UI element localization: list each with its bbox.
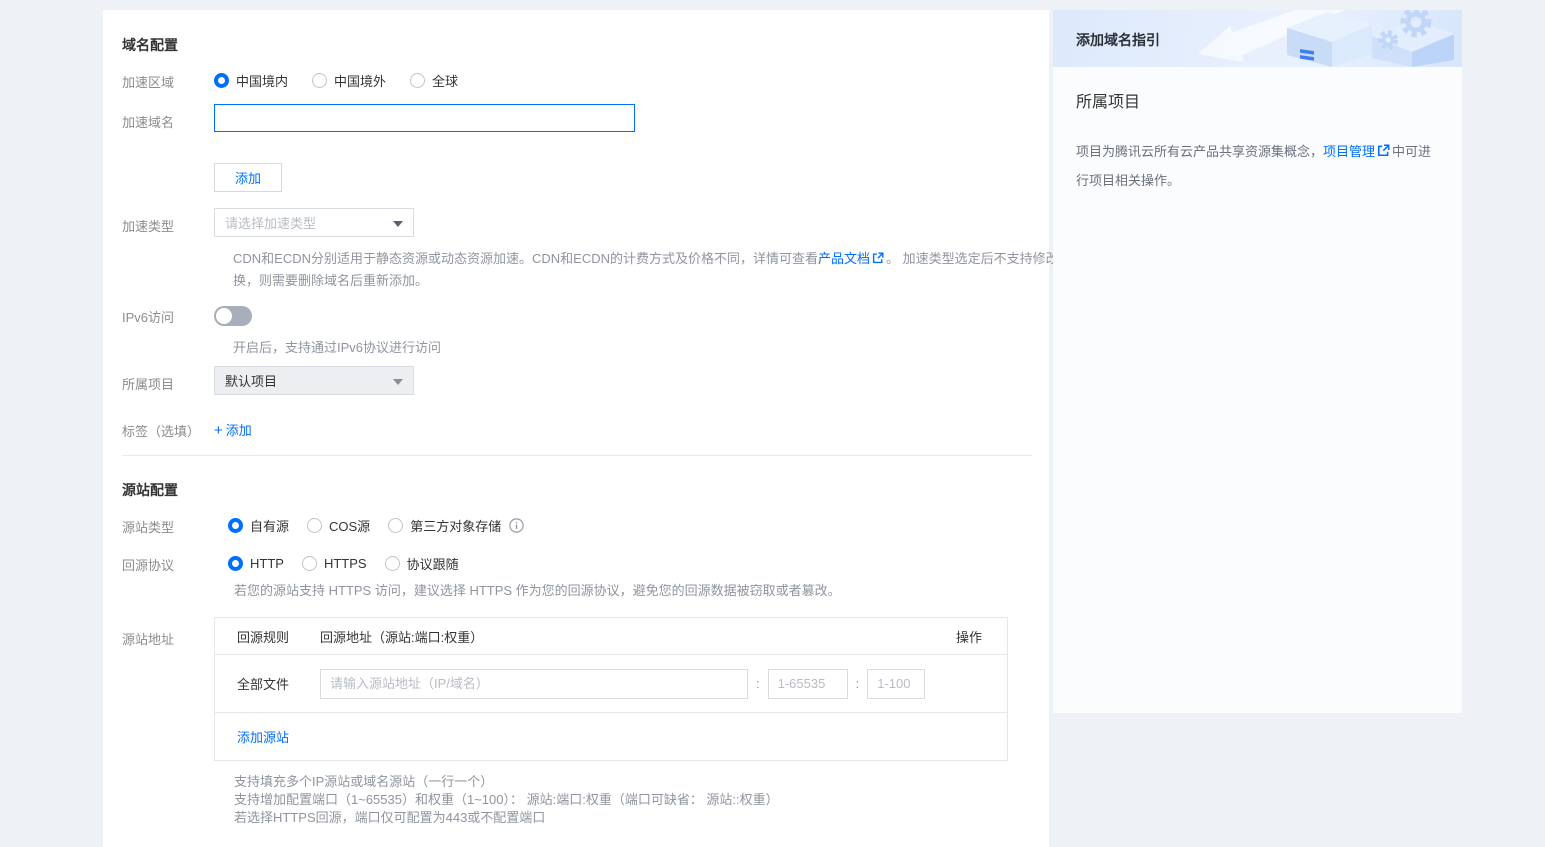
- product-doc-link[interactable]: 产品文档: [818, 251, 870, 266]
- domain-row: 加速域名: [122, 104, 635, 132]
- type-row: 加速类型 请选择加速类型: [122, 208, 414, 237]
- domain-label: 加速域名: [122, 104, 214, 131]
- project-select[interactable]: 默认项目: [214, 366, 414, 395]
- origin-type-row: 源站类型 自有源 COS源 第三方对象存储: [122, 516, 524, 536]
- guide-illustration: [1192, 10, 1462, 67]
- origin-type-option-self[interactable]: 自有源: [228, 516, 289, 535]
- radio-icon: [302, 556, 317, 571]
- domain-config-panel: 域名配置 加速区域 中国境内 中国境外 全球 加速域名 添加 加速类: [103, 10, 1049, 847]
- colon-separator: :: [856, 676, 860, 691]
- radio-icon: [312, 73, 327, 88]
- origin-address-input[interactable]: [320, 669, 748, 699]
- ipv6-row: IPv6访问: [122, 306, 252, 326]
- table-row: 全部文件 : :: [215, 655, 1007, 713]
- region-option-china-mainland[interactable]: 中国境内: [214, 71, 288, 90]
- colon-separator: :: [756, 676, 760, 691]
- protocol-option-http[interactable]: HTTP: [228, 556, 284, 571]
- region-label: 加速区域: [122, 71, 214, 91]
- origin-addr-label: 源站地址: [122, 617, 214, 648]
- radio-icon: [388, 518, 403, 533]
- domain-input[interactable]: [214, 104, 635, 132]
- ipv6-label: IPv6访问: [122, 306, 214, 326]
- external-link-icon: [872, 249, 884, 270]
- type-select[interactable]: 请选择加速类型: [214, 208, 414, 237]
- region-row: 加速区域 中国境内 中国境外 全球: [122, 71, 482, 91]
- protocol-option-https[interactable]: HTTPS: [302, 556, 367, 571]
- tag-label: 标签（选填）: [122, 420, 214, 440]
- plus-icon: +: [214, 422, 223, 439]
- radio-selected-icon: [228, 556, 243, 571]
- type-help-text: CDN和ECDN分别适用于静态资源或动态资源加速。CDN和ECDN的计费方式及价…: [233, 248, 1123, 291]
- tag-add-link[interactable]: +添加: [214, 420, 252, 439]
- origin-note-line: 若选择HTTPS回源，端口仅可配置为443或不配置端口: [234, 809, 779, 827]
- domain-config-title: 域名配置: [122, 35, 178, 55]
- rule-cell: 全部文件: [215, 674, 320, 693]
- ipv6-toggle[interactable]: [214, 306, 252, 326]
- protocol-help-text: 若您的源站支持 HTTPS 访问，建议选择 HTTPS 作为您的回源协议，避免您…: [234, 580, 841, 601]
- origin-addr-row: 源站地址 回源规则 回源地址（源站:端口:权重） 操作 全部文件 : : 添加源…: [122, 617, 1008, 761]
- protocol-label: 回源协议: [122, 554, 214, 574]
- guide-title: 添加域名指引: [1076, 30, 1160, 50]
- radio-icon: [307, 518, 322, 533]
- guide-panel: 添加域名指引 所属项目 项目为腾讯云所有云产品共享资源集概念，项目管理中可进行项…: [1053, 10, 1462, 713]
- header-actions: 操作: [922, 627, 1007, 646]
- add-row: 添加: [122, 163, 282, 192]
- origin-port-input[interactable]: [768, 669, 848, 699]
- origin-note-line: 支持填充多个IP源站或域名源站（一行一个）: [234, 773, 779, 791]
- project-manage-link[interactable]: 项目管理: [1323, 144, 1375, 159]
- toggle-knob: [216, 308, 232, 324]
- section-divider: [122, 455, 1032, 456]
- origin-table-footer: 添加源站: [215, 713, 1007, 760]
- tag-row: 标签（选填） +添加: [122, 420, 252, 440]
- add-button[interactable]: 添加: [214, 163, 282, 192]
- origin-weight-input[interactable]: [867, 669, 925, 699]
- protocol-row: 回源协议 HTTP HTTPS 协议跟随: [122, 554, 483, 574]
- guide-header-band: 添加域名指引: [1053, 10, 1462, 67]
- origin-table: 回源规则 回源地址（源站:端口:权重） 操作 全部文件 : : 添加源站: [214, 617, 1008, 761]
- type-label: 加速类型: [122, 208, 214, 235]
- origin-notes: 支持填充多个IP源站或域名源站（一行一个） 支持增加配置端口（1~65535）和…: [234, 773, 779, 827]
- radio-selected-icon: [228, 518, 243, 533]
- chevron-down-icon: [393, 221, 403, 227]
- radio-icon: [410, 73, 425, 88]
- origin-type-option-third-party[interactable]: 第三方对象存储: [388, 516, 501, 535]
- add-origin-link[interactable]: 添加源站: [237, 727, 289, 746]
- origin-config-title: 源站配置: [122, 480, 178, 500]
- origin-type-label: 源站类型: [122, 516, 214, 536]
- external-link-icon: [1377, 139, 1390, 167]
- ipv6-help-text: 开启后，支持通过IPv6协议进行访问: [233, 337, 441, 358]
- origin-table-header: 回源规则 回源地址（源站:端口:权重） 操作: [215, 618, 1007, 655]
- guide-section-title: 所属项目: [1076, 88, 1140, 112]
- region-option-outside-china[interactable]: 中国境外: [312, 71, 386, 90]
- origin-type-option-cos[interactable]: COS源: [307, 516, 370, 535]
- radio-selected-icon: [214, 73, 229, 88]
- radio-icon: [385, 556, 400, 571]
- header-address: 回源地址（源站:端口:权重）: [320, 627, 922, 646]
- region-option-global[interactable]: 全球: [410, 71, 458, 90]
- project-row: 所属项目 默认项目: [122, 366, 414, 395]
- chevron-down-icon: [393, 379, 403, 385]
- info-icon[interactable]: [509, 518, 524, 533]
- project-label: 所属项目: [122, 366, 214, 393]
- header-rule: 回源规则: [215, 627, 320, 646]
- protocol-option-follow[interactable]: 协议跟随: [385, 554, 459, 573]
- guide-paragraph: 项目为腾讯云所有云产品共享资源集概念，项目管理中可进行项目相关操作。: [1076, 138, 1442, 195]
- origin-note-line: 支持增加配置端口（1~65535）和权重（1~100）： 源站:端口:权重（端口…: [234, 791, 779, 809]
